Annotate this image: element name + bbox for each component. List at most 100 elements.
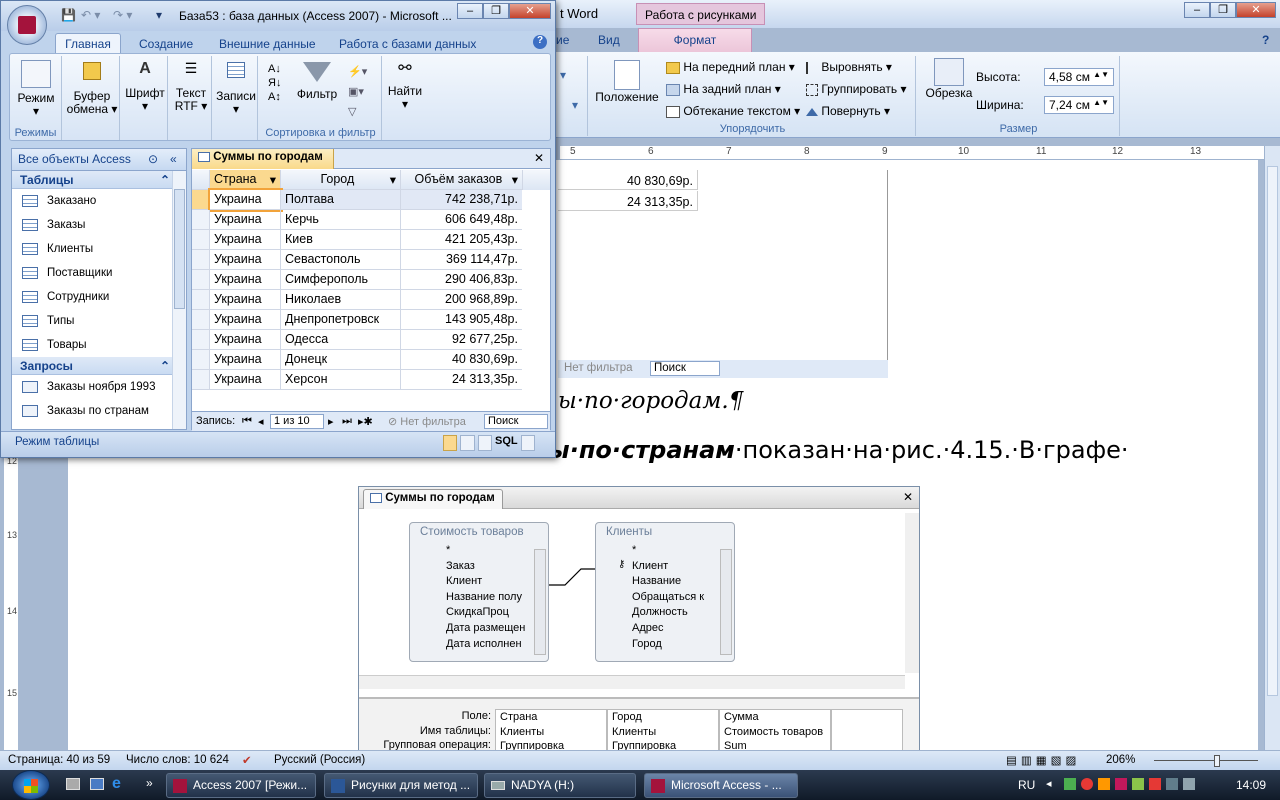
prev-record-icon[interactable]: ◂ <box>258 415 264 428</box>
table-cell[interactable]: Украина <box>210 230 281 250</box>
tray-icon[interactable] <box>1115 778 1127 790</box>
nav-item[interactable]: Типы <box>12 309 186 333</box>
row-selector[interactable] <box>192 330 210 350</box>
table-cell[interactable]: Херсон <box>281 370 401 390</box>
undo-icon[interactable]: ↶ ▾ <box>81 8 100 22</box>
table-cell[interactable]: Украина <box>210 370 281 390</box>
group-button[interactable]: Группировать ▾ <box>806 82 907 96</box>
table-cell[interactable]: 24 313,35р. <box>401 370 523 390</box>
crop-button[interactable]: Обрезка <box>922 58 976 100</box>
table-box-stoimost[interactable]: Стоимость товаров * Заказ Клиент Названи… <box>409 522 549 662</box>
table-cell[interactable]: 606 649,48р. <box>401 210 523 230</box>
record-position-input[interactable]: 1 из 10 <box>270 414 324 429</box>
nav-dropdown-icon[interactable]: ⊙ <box>148 152 158 166</box>
row-selector[interactable] <box>192 310 210 330</box>
document-close-icon[interactable]: ✕ <box>534 151 544 165</box>
table-cell[interactable]: Киев <box>281 230 401 250</box>
row-selector[interactable] <box>192 210 210 230</box>
font-button[interactable]: A Шрифт ▾ <box>124 61 166 113</box>
table-cell[interactable]: Керчь <box>281 210 401 230</box>
column-header[interactable]: Город ▾ <box>281 170 401 190</box>
table-field[interactable]: Город <box>596 637 734 653</box>
height-input[interactable]: 4,58 см ▲▼ <box>1044 68 1114 86</box>
column-dropdown-icon[interactable]: ▾ <box>512 172 518 187</box>
zoom-thumb[interactable] <box>1214 755 1220 767</box>
zoom-level[interactable]: 206% <box>1106 754 1135 766</box>
table-field[interactable]: Обращаться к <box>596 590 734 606</box>
save-icon[interactable]: 💾 <box>61 8 76 22</box>
table-cell[interactable]: Украина <box>210 250 281 270</box>
table-cell[interactable]: Украина <box>210 210 281 230</box>
table-row[interactable]: Украина Днепропетровск 143 905,48р. <box>192 310 550 330</box>
volume-icon[interactable] <box>1183 778 1195 790</box>
table-field[interactable]: Должность <box>596 605 734 621</box>
table-cell[interactable]: 742 238,71р. <box>401 190 523 210</box>
table-row[interactable]: Украина Одесса 92 677,25р. <box>192 330 550 350</box>
quicklaunch-more-icon[interactable]: » <box>146 776 153 790</box>
section-collapse-icon[interactable]: ⌃ <box>160 359 170 373</box>
table-field[interactable]: * <box>596 543 734 559</box>
grid-column[interactable]: Сумма Стоимость товаров Sum <box>719 709 831 753</box>
nav-item[interactable]: Товары <box>12 333 186 357</box>
row-selector[interactable] <box>192 270 210 290</box>
select-all-box[interactable] <box>192 170 210 190</box>
no-filter-button[interactable]: ⊘ Нет фильтра <box>388 415 466 428</box>
nav-item[interactable]: Поставщики <box>12 261 186 285</box>
access-minimize-button[interactable]: – <box>457 3 483 19</box>
first-record-icon[interactable]: ⏮ <box>242 415 252 428</box>
tab-database-tools[interactable]: Работа с базами данных <box>339 37 476 51</box>
sql-view-button[interactable]: SQL <box>495 435 518 453</box>
sort-icons[interactable]: A↓ Я↓ A↕ <box>268 62 281 104</box>
table-cell[interactable]: 200 968,89р. <box>401 290 523 310</box>
start-button[interactable] <box>12 770 50 800</box>
table-field[interactable]: Клиент <box>410 574 548 590</box>
height-spin-icon[interactable]: ▲▼ <box>1093 70 1109 79</box>
table-field[interactable]: СкидкаПроц <box>410 605 548 621</box>
table-row[interactable]: Украина Севастополь 369 114,47р. <box>192 250 550 270</box>
nav-item[interactable]: Заказы по странам <box>12 399 186 423</box>
table-cell[interactable]: Украина <box>210 270 281 290</box>
ie-icon[interactable]: e <box>112 775 121 793</box>
table-cell[interactable]: 421 205,43р. <box>401 230 523 250</box>
grid-column[interactable]: Город Клиенты Группировка <box>607 709 719 753</box>
table-cell[interactable]: Украина <box>210 350 281 370</box>
table-row[interactable]: Украина Симферополь 290 406,83р. <box>192 270 550 290</box>
close-button[interactable]: ✕ <box>1236 2 1276 18</box>
table-field[interactable]: Дата исполнен <box>410 637 548 653</box>
section-collapse-icon[interactable]: ⌃ <box>160 173 170 187</box>
table-box-clients[interactable]: Клиенты * Клиент Название Обращаться к Д… <box>595 522 735 662</box>
taskbar-item-drive[interactable]: NADYA (H:) <box>484 773 636 798</box>
show-desktop-icon[interactable] <box>66 778 80 790</box>
filter-button[interactable]: Фильтр <box>292 62 342 101</box>
nav-item[interactable]: Сотрудники <box>12 285 186 309</box>
query-design-image[interactable]: Суммы по городам ✕ Стоимость товаров * З… <box>358 486 920 753</box>
column-dropdown-icon[interactable]: ▾ <box>390 172 396 187</box>
tray-expand-icon[interactable]: ◂ <box>1046 777 1052 790</box>
table-box-scrollbar[interactable] <box>534 549 546 655</box>
find-button[interactable]: ⚯ Найти ▾ <box>384 61 426 111</box>
row-selector[interactable] <box>192 250 210 270</box>
align-button[interactable]: Выровнять ▾ <box>806 60 892 74</box>
clipboard-button[interactable]: Буфер обмена ▾ <box>66 62 118 116</box>
column-dropdown-icon[interactable]: ▾ <box>270 172 276 187</box>
position-button[interactable]: Положение <box>594 60 660 104</box>
last-record-icon[interactable]: ⏭ <box>342 415 352 428</box>
table-cell[interactable]: 143 905,48р. <box>401 310 523 330</box>
pivot-chart-icon[interactable] <box>477 435 493 451</box>
table-cell[interactable]: Донецк <box>281 350 401 370</box>
table-row[interactable]: Украина Керчь 606 649,48р. <box>192 210 550 230</box>
tab-external-data[interactable]: Внешние данные <box>219 37 316 51</box>
table-cell[interactable]: Днепропетровск <box>281 310 401 330</box>
table-cell[interactable]: Полтава <box>281 190 401 210</box>
table-field[interactable]: Заказ <box>410 559 548 575</box>
qat-dropdown-icon[interactable]: ▾ <box>156 8 162 22</box>
view-buttons[interactable]: ▤▥▦▧▨ <box>1006 753 1080 767</box>
tab-view[interactable]: Вид <box>598 33 620 53</box>
nav-header[interactable]: Все объекты Access ⊙ « <box>12 149 186 171</box>
table-cell[interactable]: 92 677,25р. <box>401 330 523 350</box>
table-cell[interactable]: Украина <box>210 290 281 310</box>
nav-scrollbar[interactable] <box>172 171 186 429</box>
network-icon[interactable] <box>1166 778 1178 790</box>
table-field[interactable]: Адрес <box>596 621 734 637</box>
table-cell[interactable]: 290 406,83р. <box>401 270 523 290</box>
